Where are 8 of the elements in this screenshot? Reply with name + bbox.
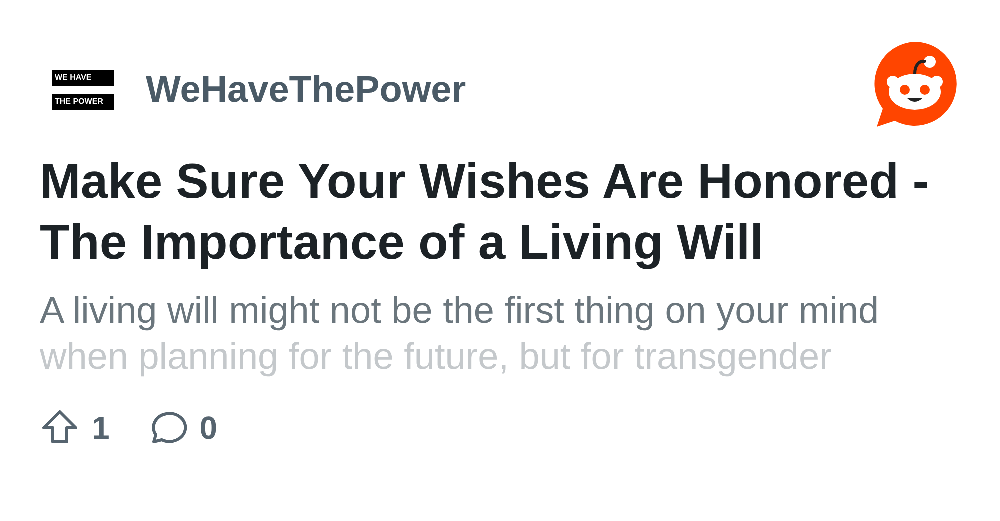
post-title[interactable]: Make Sure Your Wishes Are Honored - The Importance of a Living Will xyxy=(40,152,960,274)
logo-label: THE POWER xyxy=(52,94,114,110)
upvote-count: 1 xyxy=(92,409,110,448)
comment-count: 0 xyxy=(200,409,218,448)
post-body-line: A living will might not be the first thing on your mind xyxy=(40,289,880,333)
logo-label: WE HAVE xyxy=(52,70,114,86)
community-name[interactable]: WeHaveThePower xyxy=(146,62,466,118)
post-body-line: when planning for the future, but for transgender xyxy=(40,335,833,379)
